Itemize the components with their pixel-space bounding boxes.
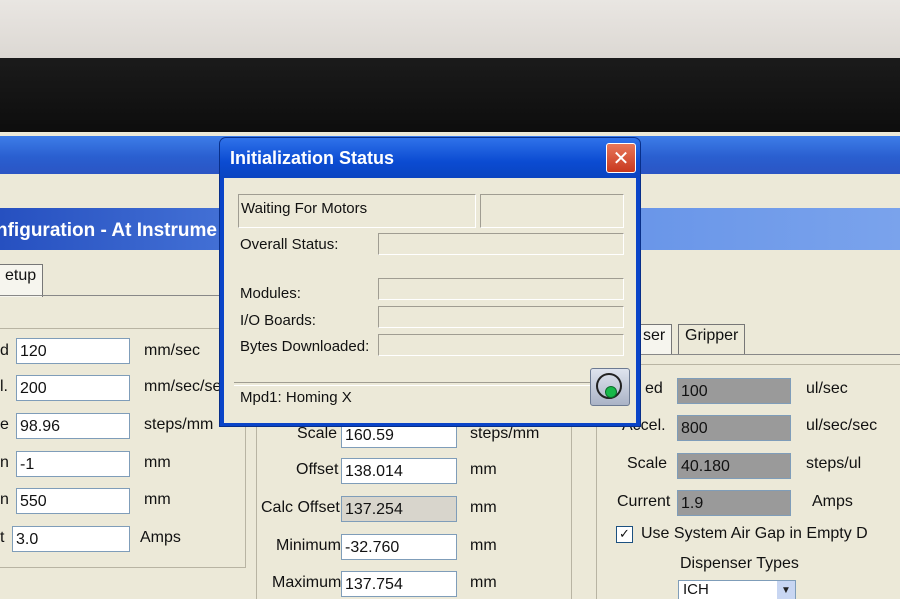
dispenser-types-label: Dispenser Types xyxy=(680,555,799,572)
right-row-2-field[interactable]: 800 xyxy=(677,415,791,441)
modules-label: Modules: xyxy=(240,285,301,302)
middle-row-1-unit: steps/mm xyxy=(470,425,540,442)
left-row-3-unit: steps/mm xyxy=(144,416,214,433)
tab-gripper[interactable]: Gripper xyxy=(678,324,746,355)
middle-row-3-unit: mm xyxy=(470,499,497,516)
right-row-3-unit: steps/ul xyxy=(806,455,862,472)
middle-row-4-label: Minimum xyxy=(276,537,341,554)
left-row-5-unit: mm xyxy=(144,491,171,508)
left-row-5-field[interactable]: 550 xyxy=(16,488,130,514)
initialization-status-dialog: Initialization Status ✕ Waiting For Moto… xyxy=(220,138,640,426)
middle-row-3-label: Calc Offset xyxy=(261,499,340,516)
right-row-2-unit: ul/sec/sec xyxy=(806,417,878,434)
right-row-4-field[interactable]: 1.9 xyxy=(677,490,791,516)
dialog-body: Waiting For Motors Overall Status: Modul… xyxy=(224,178,636,423)
bytes-downloaded-label: Bytes Downloaded: xyxy=(240,338,370,355)
air-gap-checkbox-label: Use System Air Gap in Empty D xyxy=(641,525,868,542)
status-message: Mpd1: Homing X xyxy=(240,389,352,406)
middle-row-2-unit: mm xyxy=(470,461,497,478)
tab-setup[interactable]: etup xyxy=(0,264,44,297)
left-row-2-label: l. xyxy=(0,378,8,395)
dialog-titlebar: Initialization Status ✕ xyxy=(220,138,640,178)
bytes-downloaded-value xyxy=(378,334,624,356)
air-gap-checkbox[interactable]: ✓ xyxy=(616,526,633,543)
busy-spinner-dot xyxy=(605,386,617,398)
config-header-title: nfiguration - At Instrume xyxy=(0,220,217,241)
close-button[interactable]: ✕ xyxy=(606,143,636,173)
io-boards-value xyxy=(378,306,624,328)
left-row-2-unit: mm/sec/se xyxy=(144,378,222,395)
left-row-3-label: e xyxy=(0,416,9,433)
left-row-5-label: n xyxy=(0,491,9,508)
right-row-3-label: Scale xyxy=(627,455,668,472)
left-row-1-label: d xyxy=(0,342,9,359)
right-row-1-field[interactable]: 100 xyxy=(677,378,791,404)
middle-row-1-label: Scale xyxy=(297,425,338,442)
io-boards-label: I/O Boards: xyxy=(240,312,316,329)
middle-row-5-label: Maximum xyxy=(272,574,342,591)
tab-dispenser[interactable]: ser xyxy=(636,324,673,355)
left-row-1-field[interactable]: 120 xyxy=(16,338,130,364)
middle-row-4-unit: mm xyxy=(470,537,497,554)
dispenser-type-select[interactable]: ICH ▼ xyxy=(678,580,796,599)
waiting-status-secondary-panel xyxy=(480,194,624,228)
dialog-title: Initialization Status xyxy=(230,148,395,168)
left-row-4-unit: mm xyxy=(144,454,171,471)
middle-row-2-label: Offset xyxy=(296,461,339,478)
dialog-separator xyxy=(234,382,602,386)
right-tab-underline xyxy=(630,354,900,355)
right-row-1-label: ed xyxy=(645,380,663,397)
modules-value xyxy=(378,278,624,300)
close-icon: ✕ xyxy=(612,146,630,170)
overall-status-label: Overall Status: xyxy=(240,236,339,253)
middle-row-5-unit: mm xyxy=(470,574,497,591)
left-row-4-label: n xyxy=(0,454,9,471)
chevron-down-icon[interactable]: ▼ xyxy=(777,581,795,599)
left-row-6-field[interactable]: 3.0 xyxy=(12,526,130,552)
waiting-status-text: Waiting For Motors xyxy=(241,200,368,217)
overall-status-value xyxy=(378,233,624,255)
left-row-1-unit: mm/sec xyxy=(144,342,200,359)
busy-indicator xyxy=(590,368,630,406)
right-row-4-unit: Amps xyxy=(812,493,853,510)
left-row-2-field[interactable]: 200 xyxy=(16,375,130,401)
waiting-status-panel: Waiting For Motors xyxy=(238,194,476,228)
left-row-6-unit: Amps xyxy=(140,529,181,546)
right-row-4-label: Current xyxy=(617,493,671,510)
tab-underline xyxy=(0,295,250,296)
dispenser-type-value: ICH xyxy=(683,581,709,598)
left-row-4-field[interactable]: -1 xyxy=(16,451,130,477)
left-row-3-field[interactable]: 98.96 xyxy=(16,413,130,439)
middle-row-3-field: 137.254 xyxy=(341,496,457,522)
left-row-6-label: t xyxy=(0,529,5,546)
right-row-1-unit: ul/sec xyxy=(806,380,848,397)
middle-row-2-field[interactable]: 138.014 xyxy=(341,458,457,484)
monitor-bezel xyxy=(0,58,900,138)
middle-row-5-field[interactable]: 137.754 xyxy=(341,571,457,597)
right-row-3-field[interactable]: 40.180 xyxy=(677,453,791,479)
middle-row-4-field[interactable]: -32.760 xyxy=(341,534,457,560)
wall-background xyxy=(0,0,900,58)
